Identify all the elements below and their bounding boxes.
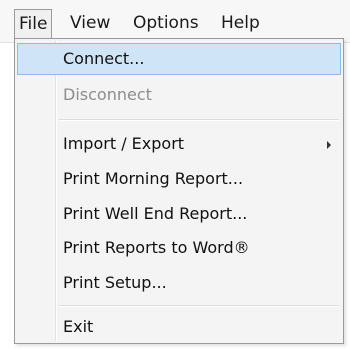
menu-item-label: Print Setup...	[63, 273, 167, 292]
menu-item-print-well-end-report[interactable]: Print Well End Report...	[17, 198, 341, 230]
menu-item-label: Print Morning Report...	[63, 169, 244, 188]
menu-options[interactable]: Options	[129, 10, 203, 36]
submenu-arrow-icon	[327, 141, 331, 149]
menu-file[interactable]: File	[14, 9, 53, 39]
menu-item-connect[interactable]: Connect...	[17, 43, 341, 75]
menu-item-label: Print Well End Report...	[63, 204, 248, 223]
menu-separator	[59, 119, 339, 121]
menu-item-label: Disconnect	[63, 85, 152, 104]
menu-item-label: Import / Export	[63, 134, 185, 153]
menu-view[interactable]: View	[66, 10, 114, 36]
menu-item-label: Connect...	[63, 49, 145, 68]
menu-bar: File View Options Help	[0, 0, 350, 43]
menu-item-print-morning-report[interactable]: Print Morning Report...	[17, 163, 341, 195]
menu-item-label: Exit	[63, 317, 94, 336]
menu-item-exit[interactable]: Exit	[17, 311, 341, 343]
file-menu-dropdown: Connect... Disconnect Import / Export Pr…	[14, 38, 344, 344]
menu-help[interactable]: Help	[217, 10, 264, 36]
menu-item-print-setup[interactable]: Print Setup...	[17, 267, 341, 299]
menu-item-label: Print Reports to Word®	[63, 238, 250, 257]
menu-item-print-reports-to-word[interactable]: Print Reports to Word®	[17, 232, 341, 264]
menu-item-disconnect: Disconnect	[17, 79, 341, 111]
menu-separator	[59, 305, 339, 307]
menu-item-import-export[interactable]: Import / Export	[17, 128, 341, 160]
